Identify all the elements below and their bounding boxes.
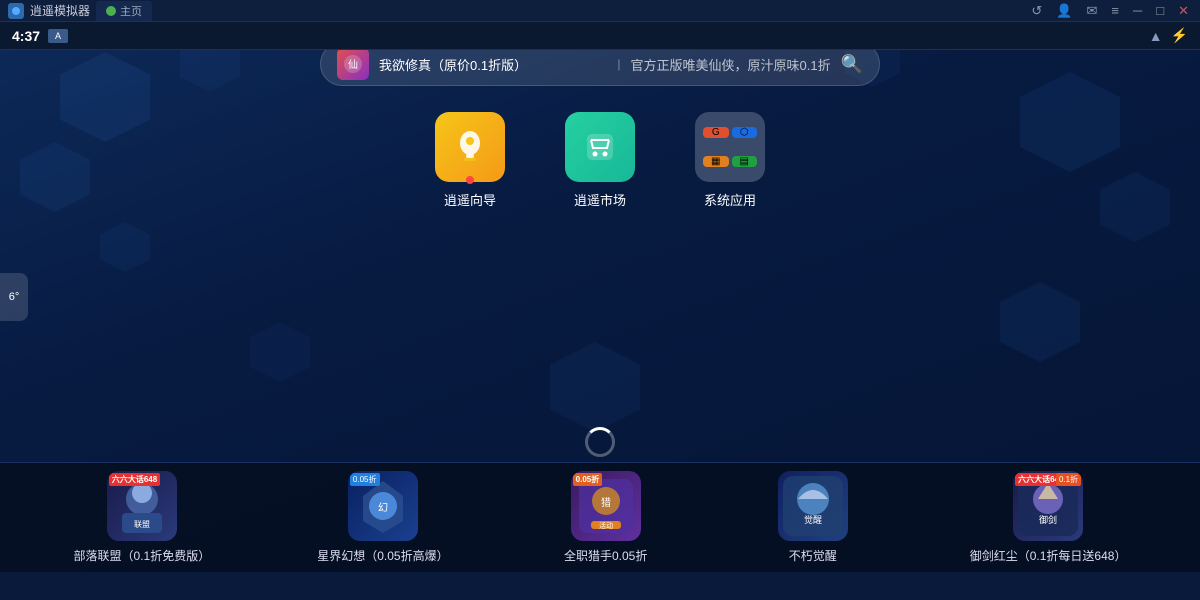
game-badge-3: 0.05折 xyxy=(573,473,603,486)
game-label-1: 部落联盟（0.1折免费版） xyxy=(74,547,211,564)
game-icon-4: 觉醒 xyxy=(778,471,848,541)
game-icon-5: 六六大话648 0.1折 御剑 xyxy=(1013,471,1083,541)
search-game-icon: 仙 xyxy=(337,48,369,80)
game-label-2: 星界幻想（0.05折高爆） xyxy=(317,547,448,564)
guide-dot xyxy=(466,176,474,184)
hex-deco-3 xyxy=(20,142,90,212)
hex-deco-7 xyxy=(1000,282,1080,362)
market-icon xyxy=(565,112,635,182)
tab-label: 主页 xyxy=(120,3,142,19)
svg-text:活动: 活动 xyxy=(599,521,613,530)
spinner-circle xyxy=(585,427,615,457)
game-label-3: 全职猎手0.05折 xyxy=(564,547,647,564)
app-guide[interactable]: 逍遥向导 xyxy=(435,112,505,209)
status-left: 4:37 A xyxy=(12,28,68,44)
game-item-1[interactable]: 六六大话648 联盟 部落联盟（0.1折免费版） xyxy=(74,471,211,564)
keyboard-icon: A xyxy=(48,29,68,43)
title-bar: 逍遥模拟器 主页 ↺ 👤 ✉ ≡ ─ □ ✕ xyxy=(0,0,1200,22)
game-item-5[interactable]: 六六大话648 0.1折 御剑 御剑红尘（0.1折每日送648） xyxy=(970,471,1127,564)
keyboard-label: A xyxy=(55,31,61,41)
guide-icon-wrapper xyxy=(435,112,505,182)
svg-text:觉醒: 觉醒 xyxy=(804,515,822,525)
svg-text:猎: 猎 xyxy=(601,496,611,509)
close-button[interactable]: ✕ xyxy=(1175,2,1192,20)
system-icon: G ⬡ ▦ ▤ xyxy=(695,112,765,182)
game-icon-3: 0.05折 猎 活动 xyxy=(571,471,641,541)
game-label-4: 不朽觉醒 xyxy=(789,547,837,564)
hex-deco-1 xyxy=(60,52,150,142)
time-display: 4:37 xyxy=(12,28,40,44)
system-icon-wrapper: G ⬡ ▦ ▤ xyxy=(695,112,765,182)
hex-deco-6 xyxy=(1100,172,1170,242)
guide-label: 逍遥向导 xyxy=(444,190,496,209)
status-bar: 4:37 A ▲ ⚡ xyxy=(0,22,1200,50)
loading-spinner xyxy=(585,427,615,457)
hex-deco-8 xyxy=(250,322,310,382)
svg-text:幻: 幻 xyxy=(378,501,388,514)
wifi-icon: ▲ xyxy=(1149,28,1163,44)
side-button[interactable]: 6° xyxy=(0,273,28,321)
guide-icon xyxy=(435,112,505,182)
mail-button[interactable]: ✉ xyxy=(1084,2,1101,20)
status-right: ▲ ⚡ xyxy=(1149,27,1188,44)
account-button[interactable]: 👤 xyxy=(1053,2,1075,20)
docs-icon: ▦ xyxy=(703,156,729,167)
browser-icon: ⬡ xyxy=(732,127,758,138)
market-label: 逍遥市场 xyxy=(574,190,626,209)
svg-text:仙: 仙 xyxy=(348,58,358,71)
game-item-4[interactable]: 觉醒 不朽觉醒 xyxy=(763,471,863,564)
side-btn-label: 6° xyxy=(9,291,20,303)
google-icon: G xyxy=(703,127,729,138)
hex-deco-4 xyxy=(100,222,150,272)
tab-indicator xyxy=(106,6,116,16)
market-icon-wrapper xyxy=(565,112,635,182)
game-icon-2: 0.05折 幻 xyxy=(348,471,418,541)
app-market[interactable]: 逍遥市场 xyxy=(565,112,635,209)
svg-text:御剑: 御剑 xyxy=(1039,514,1057,525)
menu-button[interactable]: ≡ xyxy=(1108,2,1122,19)
apps-grid: 逍遥向导 逍遥市场 G ⬡ xyxy=(435,112,765,209)
app-name: 逍遥模拟器 xyxy=(30,2,90,19)
battery-icon: ⚡ xyxy=(1171,27,1188,44)
game-label-5: 御剑红尘（0.1折每日送648） xyxy=(970,547,1127,564)
window-controls: ↺ 👤 ✉ ≡ ─ □ ✕ xyxy=(1028,2,1192,20)
game-badge-2: 0.05折 xyxy=(350,473,380,486)
search-divider: | xyxy=(617,57,620,71)
game-item-3[interactable]: 0.05折 猎 活动 全职猎手0.05折 xyxy=(556,471,656,564)
refresh-button[interactable]: ↺ xyxy=(1028,2,1045,20)
minimize-button[interactable]: ─ xyxy=(1130,2,1145,19)
system-label: 系统应用 xyxy=(704,190,756,209)
files-icon: ▤ xyxy=(732,156,758,167)
game-icon-1: 六六大话648 联盟 xyxy=(107,471,177,541)
game-badge-1: 六六大话648 xyxy=(109,473,160,486)
main-area: 4:37 A ▲ ⚡ 仙 我欲修真（原价0.1折版） | 官方正版唯美仙侠，原汁… xyxy=(0,22,1200,572)
search-game-name: 我欲修真（原价0.1折版） xyxy=(379,55,607,74)
title-left: 逍遥模拟器 主页 xyxy=(8,1,152,21)
home-tab[interactable]: 主页 xyxy=(96,1,152,21)
app-system[interactable]: G ⬡ ▦ ▤ 系统应用 xyxy=(695,112,765,209)
svg-text:联盟: 联盟 xyxy=(134,520,150,529)
hex-deco-5 xyxy=(1020,72,1120,172)
app-icon xyxy=(8,3,24,19)
search-subtitle: 官方正版唯美仙侠，原汁原味0.1折 xyxy=(631,55,831,74)
search-button[interactable]: 🔍 xyxy=(841,54,863,75)
bottom-bar: 六六大话648 联盟 部落联盟（0.1折免费版） 0.05折 幻 xyxy=(0,462,1200,572)
restore-button[interactable]: □ xyxy=(1153,2,1167,19)
hex-deco-10 xyxy=(550,342,640,432)
game-item-2[interactable]: 0.05折 幻 星界幻想（0.05折高爆） xyxy=(317,471,448,564)
game-badge-5b: 0.1折 xyxy=(1056,473,1081,486)
